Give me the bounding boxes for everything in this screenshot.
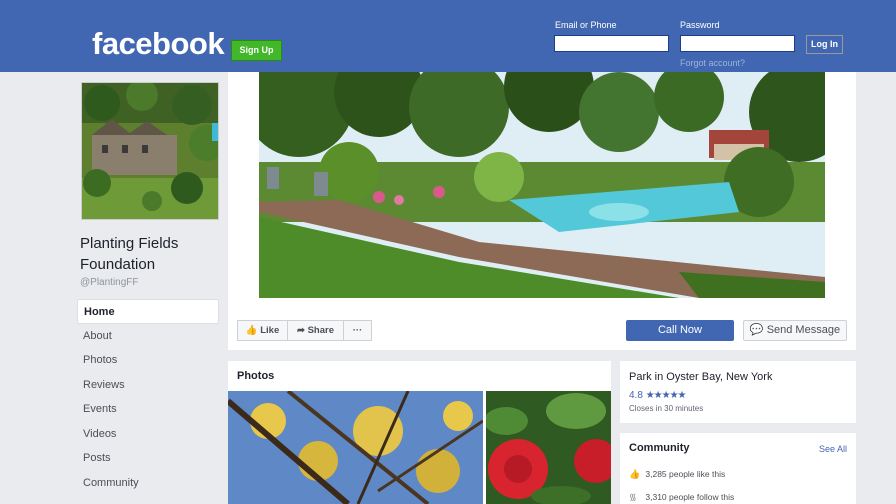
- send-message-button[interactable]: 💬 Send Message: [743, 320, 847, 341]
- more-options-button[interactable]: ···: [343, 320, 372, 341]
- photo-thumbnail[interactable]: [228, 391, 483, 504]
- page-title: Planting Fields Foundation: [80, 235, 179, 273]
- like-button[interactable]: 👍 Like: [237, 320, 288, 341]
- signup-button[interactable]: Sign Up: [231, 40, 282, 61]
- nav-item-posts[interactable]: Posts: [77, 446, 219, 471]
- profile-picture[interactable]: [81, 82, 219, 220]
- follows-row: ᯾ 3,310 people follow this: [629, 490, 734, 503]
- password-field[interactable]: [680, 35, 795, 52]
- rating[interactable]: 4.8 ★★★★★: [629, 390, 687, 401]
- thumbs-up-icon: 👍: [629, 469, 641, 479]
- page-handle[interactable]: @PlantingFF: [80, 277, 139, 288]
- hours-text: Closes in 30 minutes: [629, 404, 704, 413]
- like-label: Like: [260, 325, 280, 336]
- call-now-button[interactable]: Call Now: [626, 320, 734, 341]
- nav-item-reviews[interactable]: Reviews: [77, 373, 219, 398]
- nav-item-home[interactable]: Home: [77, 299, 219, 324]
- share-button[interactable]: ➦ Share: [287, 320, 344, 341]
- photo-thumbnail[interactable]: [486, 391, 611, 504]
- cover-photo[interactable]: [259, 72, 825, 298]
- share-arrow-icon: ➦: [296, 325, 305, 336]
- login-button[interactable]: Log In: [806, 35, 843, 54]
- category-label[interactable]: Park in Oyster Bay, New York: [629, 371, 772, 383]
- about-card: Park in Oyster Bay, New York 4.8 ★★★★★ C…: [620, 361, 856, 423]
- nav-item-events[interactable]: Events: [77, 397, 219, 422]
- facebook-logo[interactable]: facebook: [92, 26, 225, 62]
- send-message-label: Send Message: [766, 324, 841, 336]
- follows-count: 3,310 people follow this: [645, 492, 735, 502]
- community-title: Community: [629, 442, 690, 454]
- forgot-account-link[interactable]: Forgot account?: [680, 58, 745, 68]
- thumbs-up-icon: 👍: [245, 325, 258, 336]
- photos-title[interactable]: Photos: [237, 370, 274, 382]
- nav-item-videos[interactable]: Videos: [77, 422, 219, 447]
- likes-row: 👍 3,285 people like this: [629, 469, 725, 480]
- see-all-link[interactable]: See All: [819, 444, 847, 454]
- rss-icon: ᯾: [629, 492, 637, 502]
- nav-item-community[interactable]: Community: [77, 471, 219, 496]
- share-label: Share: [307, 325, 334, 336]
- messenger-icon: 💬: [749, 324, 764, 336]
- likes-count: 3,285 people like this: [645, 469, 726, 479]
- top-bar: facebook Sign Up Email or Phone Password…: [0, 0, 896, 72]
- photos-card: Photos: [228, 361, 611, 504]
- nav-item-photos[interactable]: Photos: [77, 348, 219, 373]
- page-nav: Home About Photos Reviews Events Videos …: [77, 299, 219, 495]
- nav-item-about[interactable]: About: [77, 324, 219, 349]
- community-card: Community See All 👍 3,285 people like th…: [620, 433, 856, 504]
- email-label: Email or Phone: [555, 20, 617, 30]
- star-icon: ★★★★★: [645, 390, 687, 401]
- email-field[interactable]: [554, 35, 669, 52]
- rating-value: 4.8: [629, 390, 643, 401]
- password-label: Password: [680, 20, 720, 30]
